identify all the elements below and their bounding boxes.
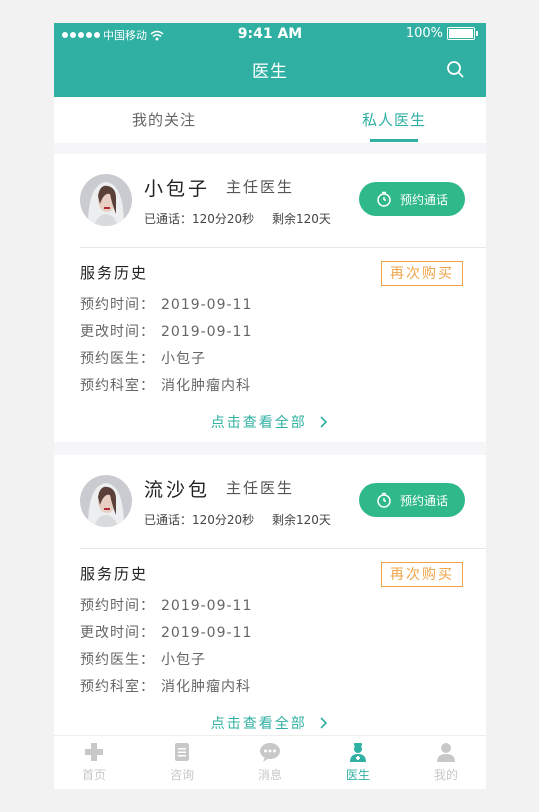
- active-tab-indicator: [370, 139, 418, 142]
- tabbar-item-doctor[interactable]: 医生: [318, 742, 398, 783]
- view-all-link[interactable]: 点击查看全部: [54, 412, 486, 432]
- rebuy-button[interactable]: 再次购买: [381, 261, 463, 286]
- doctor-name: 流沙包: [144, 479, 211, 501]
- tab-private-doctor[interactable]: 私人医生: [304, 97, 484, 143]
- doctor-icon: [350, 743, 366, 762]
- book-call-label: 预约通话: [399, 192, 448, 207]
- status-bar: 中国移动 9:41 AM 100%: [54, 23, 486, 45]
- tab-bar-top: 我的关注 私人医生: [54, 97, 486, 143]
- doctor-name: 小包子: [144, 178, 211, 200]
- history-row: 预约时间： 2019-09-11: [80, 297, 253, 313]
- history-row: 更改时间： 2019-09-11: [80, 625, 253, 641]
- battery-label: 100%: [405, 26, 443, 41]
- chat-icon: [260, 743, 280, 762]
- history-row: 更改时间： 2019-09-11: [80, 324, 253, 340]
- remaining-days: 剩余120天: [272, 513, 331, 527]
- tabbar-item-messages[interactable]: 消息: [230, 742, 310, 783]
- bottom-tab-bar: 首页 咨询 消息 医生 我的: [54, 735, 486, 789]
- page-title: 医生: [252, 62, 288, 82]
- timer-icon: [377, 492, 391, 508]
- search-icon[interactable]: [446, 60, 464, 78]
- rebuy-button[interactable]: 再次购买: [381, 562, 463, 587]
- doctor-title: 主任医生: [226, 178, 295, 196]
- battery-icon: [447, 27, 475, 40]
- divider: [80, 548, 486, 549]
- chevron-right-icon: [320, 416, 328, 428]
- doctor-card: 流沙包 主任医生 已通话：120分20秒 剩余120天 预约通话 服务历史 再次…: [54, 455, 486, 743]
- person-icon: [437, 743, 455, 762]
- avatar[interactable]: [80, 475, 132, 527]
- header: 中国移动 9:41 AM 100% 医生: [54, 23, 486, 97]
- history-row: 预约时间： 2019-09-11: [80, 598, 253, 614]
- called-duration: 已通话：120分20秒: [144, 513, 255, 527]
- remaining-days: 剩余120天: [272, 212, 331, 226]
- phone-screen: 中国移动 9:41 AM 100% 医生 我的关注 私人医生 小包子 主任医生 …: [54, 23, 486, 789]
- doctor-card: 小包子 主任医生 已通话：120分20秒 剩余120天 预约通话 服务历史 再次…: [54, 154, 486, 442]
- plus-icon: [85, 743, 103, 761]
- tabbar-item-mine[interactable]: 我的: [406, 742, 486, 783]
- doctor-title: 主任医生: [226, 479, 295, 497]
- view-all-link[interactable]: 点击查看全部: [54, 713, 486, 733]
- status-right: 100%: [406, 26, 478, 41]
- book-call-button[interactable]: 预约通话: [359, 182, 465, 216]
- timer-icon: [377, 191, 391, 207]
- history-title: 服务历史: [80, 264, 149, 282]
- document-icon: [175, 743, 189, 761]
- book-call-label: 预约通话: [399, 493, 448, 508]
- called-duration: 已通话：120分20秒: [144, 212, 255, 226]
- call-info: 已通话：120分20秒 剩余120天: [144, 511, 345, 528]
- book-call-button[interactable]: 预约通话: [359, 483, 465, 517]
- tabbar-item-consult[interactable]: 咨询: [142, 742, 222, 783]
- divider: [80, 247, 486, 248]
- history-row: 预约科室： 消化肿瘤内科: [80, 378, 251, 394]
- avatar[interactable]: [80, 174, 132, 226]
- chevron-right-icon: [320, 717, 328, 729]
- call-info: 已通话：120分20秒 剩余120天: [144, 210, 345, 227]
- history-title: 服务历史: [80, 565, 149, 583]
- tab-following[interactable]: 我的关注: [74, 97, 254, 143]
- history-row: 预约医生： 小包子: [80, 351, 206, 367]
- history-row: 预约科室： 消化肿瘤内科: [80, 679, 251, 695]
- tabbar-item-home[interactable]: 首页: [54, 742, 134, 783]
- history-row: 预约医生： 小包子: [80, 652, 206, 668]
